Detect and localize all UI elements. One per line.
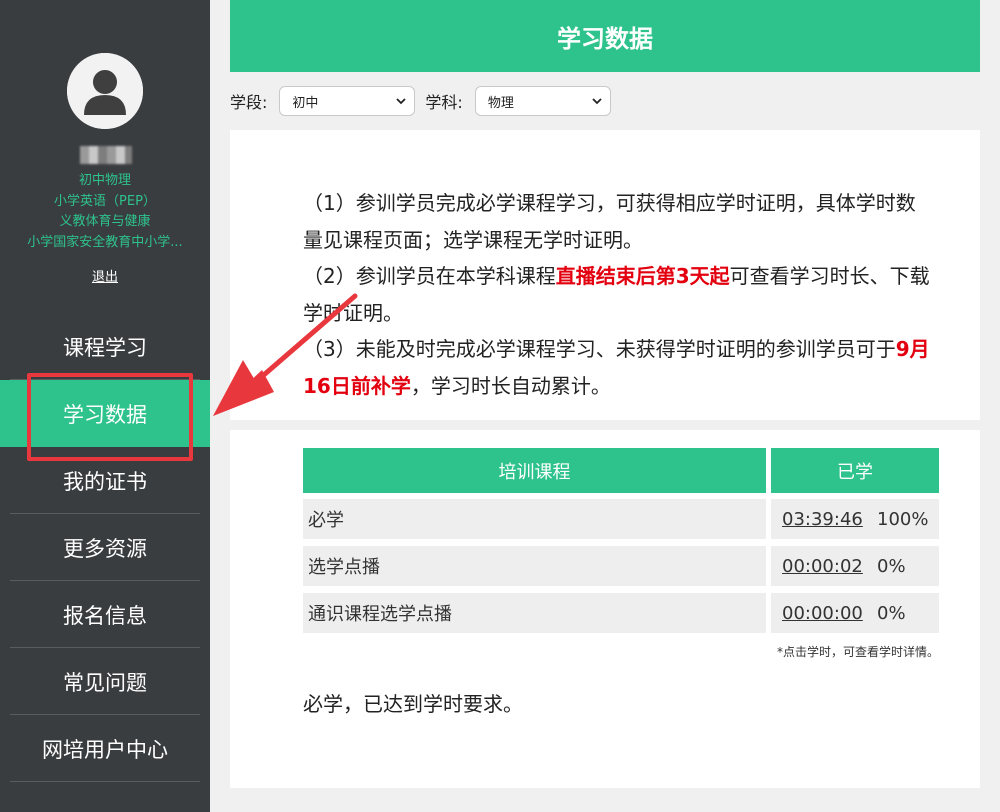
username-blurred [80,146,132,164]
notice-card: （1）参训学员完成必学课程学习，可获得相应学时证明，具体学时数量见课程页面；选学… [230,130,980,420]
notice-paragraph-1: （1）参训学员完成必学课程学习，可获得相应学时证明，具体学时数量见课程页面；选学… [303,191,916,252]
study-data-table: 培训课程 已学 必学 03:39:46 100% 选学点播 00:00:02 0… [303,448,939,640]
nav-item-label: 我的证书 [63,469,147,494]
page-title: 学习数据 [557,24,653,53]
filter-bar: 学段: 初中 学科: 物理 [230,86,611,116]
nav-item-faq[interactable]: 常见问题 [0,648,210,715]
nav-item-study-data[interactable]: 学习数据 [0,380,210,447]
stage-label: 学段: [230,93,268,112]
notice-text: （1）参训学员完成必学课程学习，可获得相应学时证明，具体学时数量见课程页面；选学… [303,185,933,404]
study-percent: 100% [877,508,929,530]
subject-item: 初中物理 [78,173,131,188]
nav-item-my-certificate[interactable]: 我的证书 [0,447,210,514]
course-name: 选学点播 [303,546,766,586]
column-header-studied: 已学 [771,448,939,493]
nav-item-course-study[interactable]: 课程学习 [0,313,210,380]
nav-item-label: 课程学习 [63,335,147,360]
logout-link[interactable]: 退出 [0,266,210,285]
study-percent: 0% [877,555,906,577]
studied-cell: 00:00:02 0% [771,546,939,586]
user-avatar-icon [67,53,143,129]
study-time-link[interactable]: 00:00:02 [782,556,877,577]
notice-paragraph-2: （2）参训学员在本学科课程直播结束后第3天起可查看学习时长、下载学时证明。 [303,258,933,331]
column-header-course: 培训课程 [303,448,766,493]
study-summary: 必学，已达到学时要求。 [303,692,523,716]
table-tip: *点击学时，可查看学时详情。 [776,645,939,659]
subject-item: 小学英语（PEP） [54,193,156,209]
subject-select[interactable]: 物理 [474,86,611,116]
nav-item-label: 更多资源 [63,536,147,561]
nav-item-user-center[interactable]: 网培用户中心 [0,715,210,782]
study-time-link[interactable]: 00:00:00 [782,603,877,624]
page-header: 学习数据 [230,0,980,72]
subject-label: 学科: [425,93,463,112]
table-header-row: 培训课程 已学 [303,448,939,493]
course-name: 必学 [303,499,766,539]
studied-cell: 00:00:00 0% [771,593,939,633]
notice-text-segment: ，学习时长自动累计。 [410,373,611,398]
course-name: 通识课程选学点播 [303,593,766,633]
nav-item-registration-info[interactable]: 报名信息 [0,581,210,648]
nav-item-label: 网培用户中心 [42,737,168,762]
study-data-card: 培训课程 已学 必学 03:39:46 100% 选学点播 00:00:02 0… [230,430,980,788]
chevron-down-icon [396,98,407,105]
table-row: 选学点播 00:00:02 0% [303,546,939,586]
subject-item: 义教体育与健康 [59,214,151,229]
nav-item-label: 常见问题 [63,670,147,695]
study-percent: 0% [877,602,906,624]
table-row: 必学 03:39:46 100% [303,499,939,539]
stage-select-value: 初中 [292,95,319,111]
subject-list: 初中物理 小学英语（PEP） 义教体育与健康 小学国家安全教育中小学... [0,171,210,253]
notice-text-segment: （2）参训学员在本学科课程 [303,264,556,288]
nav-item-more-resources[interactable]: 更多资源 [0,514,210,581]
nav-item-label: 报名信息 [63,603,147,628]
studied-cell: 03:39:46 100% [771,499,939,539]
subject-item: 小学国家安全教育中小学... [27,234,183,250]
avatar[interactable] [67,53,143,129]
table-row: 通识课程选学点播 00:00:00 0% [303,593,939,633]
notice-text-segment: （3）未能及时完成必学课程学习、未获得学时证明的参训学员可于 [303,337,896,361]
chevron-down-icon [592,98,602,105]
notice-paragraph-3: （3）未能及时完成必学课程学习、未获得学时证明的参训学员可于9月16日前补学，学… [303,331,933,404]
stage-select[interactable]: 初中 [279,86,416,116]
sidebar-nav: 课程学习 学习数据 我的证书 更多资源 报名信息 常见问题 网培用户中心 [0,313,210,782]
sidebar: 初中物理 小学英语（PEP） 义教体育与健康 小学国家安全教育中小学... 退出… [0,0,210,812]
nav-item-label: 学习数据 [63,402,147,427]
study-time-link[interactable]: 03:39:46 [782,509,877,530]
subject-select-value: 物理 [487,95,514,111]
notice-highlight: 直播结束后第3天起 [555,264,730,288]
